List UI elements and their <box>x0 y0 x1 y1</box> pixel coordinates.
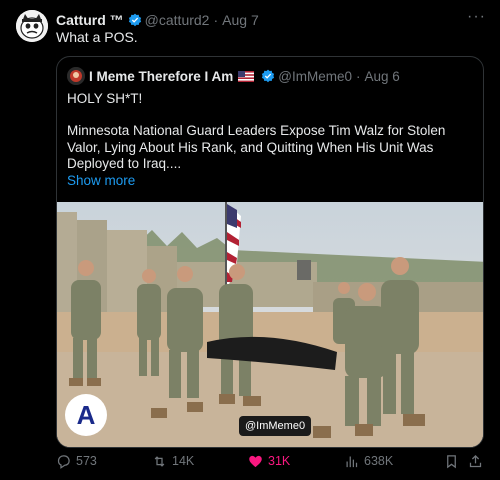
bookmark-button[interactable] <box>444 452 464 470</box>
bookmark-icon <box>447 454 456 468</box>
views-button[interactable]: 638K <box>344 452 393 470</box>
tweet-text: What a POS. <box>56 29 138 45</box>
quote-author-avatar[interactable] <box>67 67 85 85</box>
reply-button[interactable]: 573 <box>56 452 97 470</box>
image-watermark: @ImMeme0 <box>239 416 312 436</box>
author-avatar[interactable] <box>16 10 48 42</box>
quote-header: I Meme Therefore I Am @ImMeme0 · Aug 6 <box>67 66 400 86</box>
separator: · <box>213 12 219 28</box>
author-handle[interactable]: @catturd2 <box>145 12 210 28</box>
verified-badge-icon <box>128 13 141 27</box>
quote-photo[interactable]: A @ImMeme0 <box>57 202 483 447</box>
repost-button[interactable]: 14K <box>152 452 194 470</box>
quote-author-handle[interactable]: @ImMeme0 <box>278 69 352 84</box>
reply-icon <box>57 454 70 469</box>
separator: · <box>356 68 361 84</box>
author-name[interactable]: Catturd ™ <box>56 12 124 28</box>
like-count: 31K <box>268 454 291 468</box>
share-icon <box>469 454 482 467</box>
more-icon[interactable]: ··· <box>467 8 486 26</box>
reply-count: 573 <box>76 454 97 468</box>
repost-icon <box>154 455 165 467</box>
repost-count: 14K <box>172 454 195 468</box>
quoted-tweet[interactable]: I Meme Therefore I Am @ImMeme0 · Aug 6 H… <box>56 56 484 448</box>
views-count: 638K <box>364 454 394 468</box>
image-logo-badge: A <box>65 394 107 436</box>
quote-author-name[interactable]: I Meme Therefore I Am <box>89 69 233 84</box>
soldiers-photo <box>57 202 483 447</box>
image-logo-letter: A <box>77 400 96 430</box>
tweet-date[interactable]: Aug 7 <box>222 12 259 28</box>
like-button[interactable]: 31K <box>248 452 290 470</box>
verified-badge-icon <box>262 69 275 83</box>
quote-date[interactable]: Aug 6 <box>365 69 400 84</box>
share-button[interactable] <box>468 452 488 470</box>
quote-headline: HOLY SH*T! <box>67 91 143 106</box>
quote-body-text: Minnesota National Guard Leaders Expose … <box>67 123 446 171</box>
views-icon <box>346 456 358 467</box>
show-more-link[interactable]: Show more <box>67 173 135 188</box>
us-flag-icon <box>238 70 255 82</box>
action-bar: 573 14K 31K 638K <box>56 452 486 470</box>
heart-icon <box>249 455 262 467</box>
tweet[interactable]: Catturd ™ @catturd2 · Aug 7 ··· What a P… <box>0 0 500 480</box>
tweet-header: Catturd ™ @catturd2 · Aug 7 <box>56 10 259 30</box>
